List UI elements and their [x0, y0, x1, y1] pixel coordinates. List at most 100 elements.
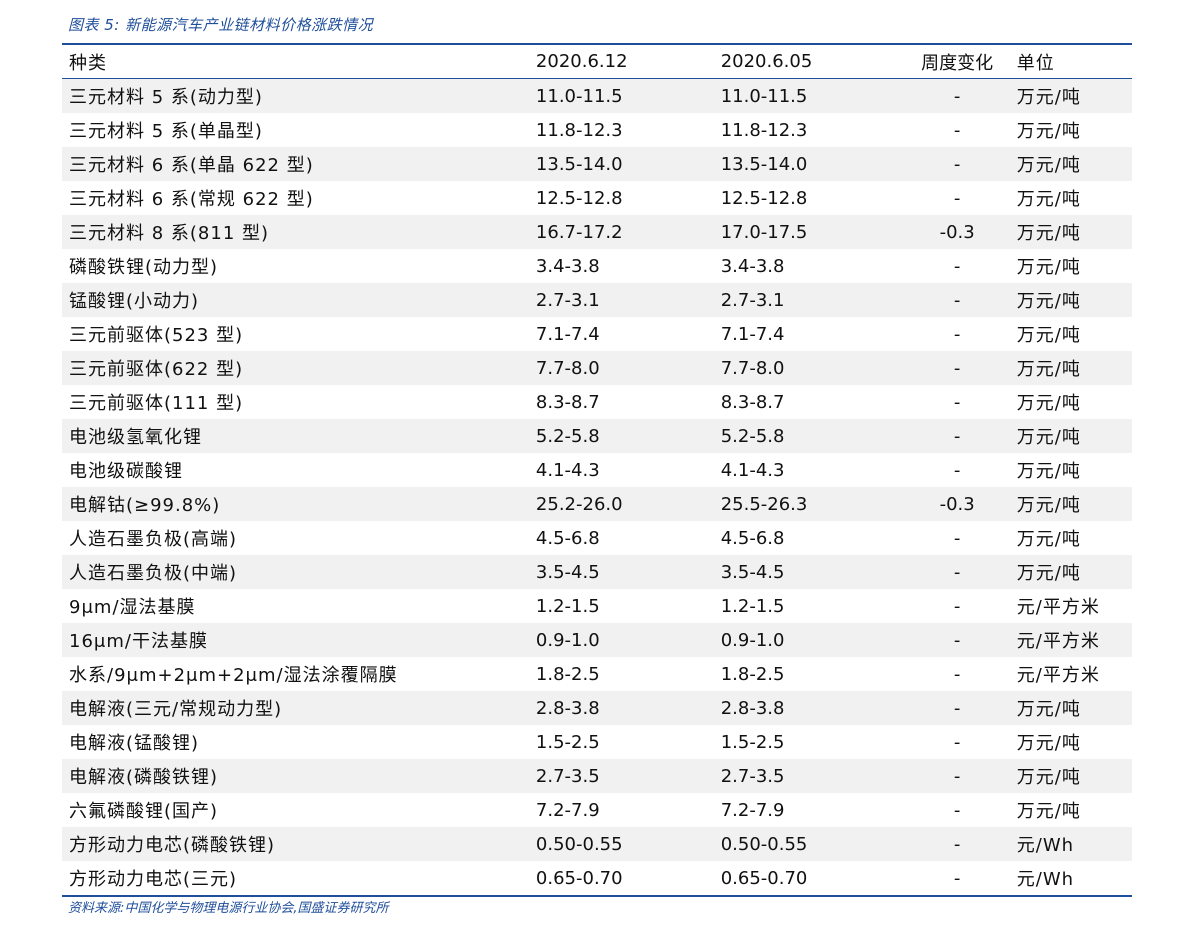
cell-price-current: 8.3-8.7 [535, 391, 600, 413]
cell-price-previous: 0.65-0.70 [720, 867, 808, 889]
table-row: 三元前驱体(523 型) 7.1-7.4 7.1-7.4 - 万元/吨 [62, 317, 1132, 351]
cell-price-current: 0.9-1.0 [535, 629, 600, 651]
cell-price-current: 1.2-1.5 [535, 595, 600, 617]
cell-price-current: 4.1-4.3 [535, 459, 600, 481]
cell-price-previous: 25.5-26.3 [720, 493, 808, 515]
cell-price-current: 2.7-3.5 [535, 765, 600, 787]
cell-category: 人造石墨负极(高端) [69, 529, 238, 550]
cell-weekly-change: - [953, 119, 961, 141]
cell-price-previous: 7.1-7.4 [720, 323, 785, 345]
cell-category: 三元前驱体(523 型) [69, 325, 244, 346]
cell-unit: 万元/吨 [1016, 189, 1081, 210]
header-weekly-change: 周度变化 [921, 52, 994, 74]
cell-category: 9μm/湿法基膜 [69, 597, 196, 618]
cell-category: 电解钴(≥99.8%) [69, 495, 221, 516]
cell-unit: 万元/吨 [1016, 87, 1081, 108]
cell-price-previous: 4.1-4.3 [720, 459, 785, 481]
table-row: 锰酸锂(小动力) 2.7-3.1 2.7-3.1 - 万元/吨 [62, 283, 1132, 317]
cell-price-previous: 11.0-11.5 [720, 85, 808, 107]
cell-price-current: 1.5-2.5 [535, 731, 600, 753]
cell-weekly-change: - [953, 629, 961, 651]
cell-price-current: 13.5-14.0 [535, 153, 623, 175]
cell-unit: 元/平方米 [1016, 665, 1100, 686]
table-row: 水系/9μm+2μm+2μm/湿法涂覆隔膜 1.8-2.5 1.8-2.5 - 元/平方… [62, 657, 1132, 691]
cell-unit: 元/Wh [1016, 869, 1075, 890]
table-row: 电解液(磷酸铁锂) 2.7-3.5 2.7-3.5 - 万元/吨 [62, 759, 1132, 793]
cell-price-previous: 4.5-6.8 [720, 527, 785, 549]
cell-price-current: 7.2-7.9 [535, 799, 600, 821]
cell-price-current: 12.5-12.8 [535, 187, 623, 209]
cell-unit: 元/平方米 [1016, 631, 1100, 652]
cell-weekly-change: - [953, 459, 961, 481]
cell-unit: 万元/吨 [1016, 393, 1081, 414]
cell-category: 三元材料 5 系(动力型) [69, 87, 263, 108]
cell-unit: 万元/吨 [1016, 427, 1081, 448]
cell-unit: 万元/吨 [1016, 733, 1081, 754]
cell-price-previous: 1.2-1.5 [720, 595, 785, 617]
cell-unit: 元/平方米 [1016, 597, 1100, 618]
table-caption: 图表 5: 新能源汽车产业链材料价格涨跌情况 [68, 16, 374, 34]
cell-category: 电解液(磷酸铁锂) [69, 767, 219, 788]
table-body: 三元材料 5 系(动力型) 11.0-11.5 11.0-11.5- 万元/吨 三元材料… [62, 79, 1132, 895]
cell-unit: 万元/吨 [1016, 461, 1081, 482]
cell-unit: 万元/吨 [1016, 325, 1081, 346]
cell-category: 电解液(三元/常规动力型) [69, 699, 283, 720]
cell-price-current: 16.7-17.2 [535, 221, 623, 243]
cell-weekly-change: - [953, 799, 961, 821]
table-row: 三元前驱体(622 型) 7.7-8.0 7.7-8.0 - 万元/吨 [62, 351, 1132, 385]
cell-weekly-change: - [953, 153, 961, 175]
cell-category: 人造石墨负极(中端) [69, 563, 238, 584]
cell-unit: 万元/吨 [1016, 223, 1081, 244]
price-table: 种类 2020.6.12 2020.6.05 周度变化 单位 三元材料 5 系(… [62, 43, 1132, 897]
table-row: 三元材料 5 系(动力型) 11.0-11.5 11.0-11.5 - 万元/吨 [62, 79, 1132, 113]
source-note: 资料来源:中国化学与物理电源行业协会,国盛证券研究所 [68, 901, 389, 916]
cell-weekly-change: - [953, 85, 961, 107]
table-row: 方形动力电芯(三元) 0.65-0.70 0.65-0.70 - 元/Wh [62, 861, 1132, 895]
cell-category: 电池级碳酸锂 [69, 461, 183, 482]
cell-price-previous: 12.5-12.8 [720, 187, 808, 209]
cell-category: 三元前驱体(622 型) [69, 359, 244, 380]
cell-unit: 万元/吨 [1016, 359, 1081, 380]
cell-unit: 万元/吨 [1016, 257, 1081, 278]
cell-price-current: 25.2-26.0 [535, 493, 623, 515]
cell-weekly-change: - [953, 697, 961, 719]
cell-price-previous: 0.9-1.0 [720, 629, 785, 651]
cell-unit: 万元/吨 [1016, 563, 1081, 584]
cell-price-previous: 3.4-3.8 [720, 255, 785, 277]
cell-price-previous: 11.8-12.3 [720, 119, 808, 141]
cell-weekly-change: -0.3 [939, 493, 975, 515]
cell-category: 16μm/干法基膜 [69, 631, 208, 652]
cell-price-previous: 13.5-14.0 [720, 153, 808, 175]
table-row: 三元材料 8 系(811 型) 16.7-17.2 17.0-17.5 -0.3 万元/… [62, 215, 1132, 249]
cell-weekly-change: - [953, 595, 961, 617]
cell-weekly-change: - [953, 357, 961, 379]
cell-weekly-change: - [953, 391, 961, 413]
cell-unit: 万元/吨 [1016, 767, 1081, 788]
cell-category: 三元前驱体(111 型) [69, 393, 244, 414]
cell-weekly-change: - [953, 765, 961, 787]
cell-unit: 万元/吨 [1016, 699, 1081, 720]
table-row: 9μm/湿法基膜 1.2-1.5 1.2-1.5 - 元/平方米 [62, 589, 1132, 623]
cell-price-current: 1.8-2.5 [535, 663, 600, 685]
cell-price-previous: 7.7-8.0 [720, 357, 785, 379]
cell-unit: 万元/吨 [1016, 801, 1081, 822]
header-unit: 单位 [1016, 52, 1055, 74]
table-row: 人造石墨负极(中端) 3.5-4.5 3.5-4.5 - 万元/吨 [62, 555, 1132, 589]
cell-category: 六氟磷酸锂(国产) [69, 801, 219, 822]
cell-weekly-change: - [953, 255, 961, 277]
cell-category: 三元材料 8 系(811 型) [69, 223, 270, 244]
table-row: 三元前驱体(111 型) 8.3-8.7 8.3-8.7 - 万元/吨 [62, 385, 1132, 419]
table-row: 电解钴(≥99.8%) 25.2-26.0 25.5-26.3 -0.3 万元/吨 [62, 487, 1132, 521]
cell-price-current: 7.7-8.0 [535, 357, 600, 379]
table-row: 16μm/干法基膜 0.9-1.0 0.9-1.0 - 元/平方米 [62, 623, 1132, 657]
cell-price-previous: 5.2-5.8 [720, 425, 785, 447]
cell-price-current: 11.0-11.5 [535, 85, 623, 107]
table-row: 三元材料 5 系(单晶型) 11.8-12.3 11.8-12.3 - 万元/吨 [62, 113, 1132, 147]
cell-weekly-change: - [953, 833, 961, 855]
cell-price-current: 5.2-5.8 [535, 425, 600, 447]
header-category: 种类 [69, 52, 107, 74]
table-row: 三元材料 6 系(单晶 622 型) 13.5-14.0 13.5-14.0 - 万元/… [62, 147, 1132, 181]
table-row: 方形动力电芯(磷酸铁锂) 0.50-0.55 0.50-0.55 - 元/Wh [62, 827, 1132, 861]
cell-weekly-change: - [953, 289, 961, 311]
cell-category: 方形动力电芯(三元) [69, 869, 238, 890]
